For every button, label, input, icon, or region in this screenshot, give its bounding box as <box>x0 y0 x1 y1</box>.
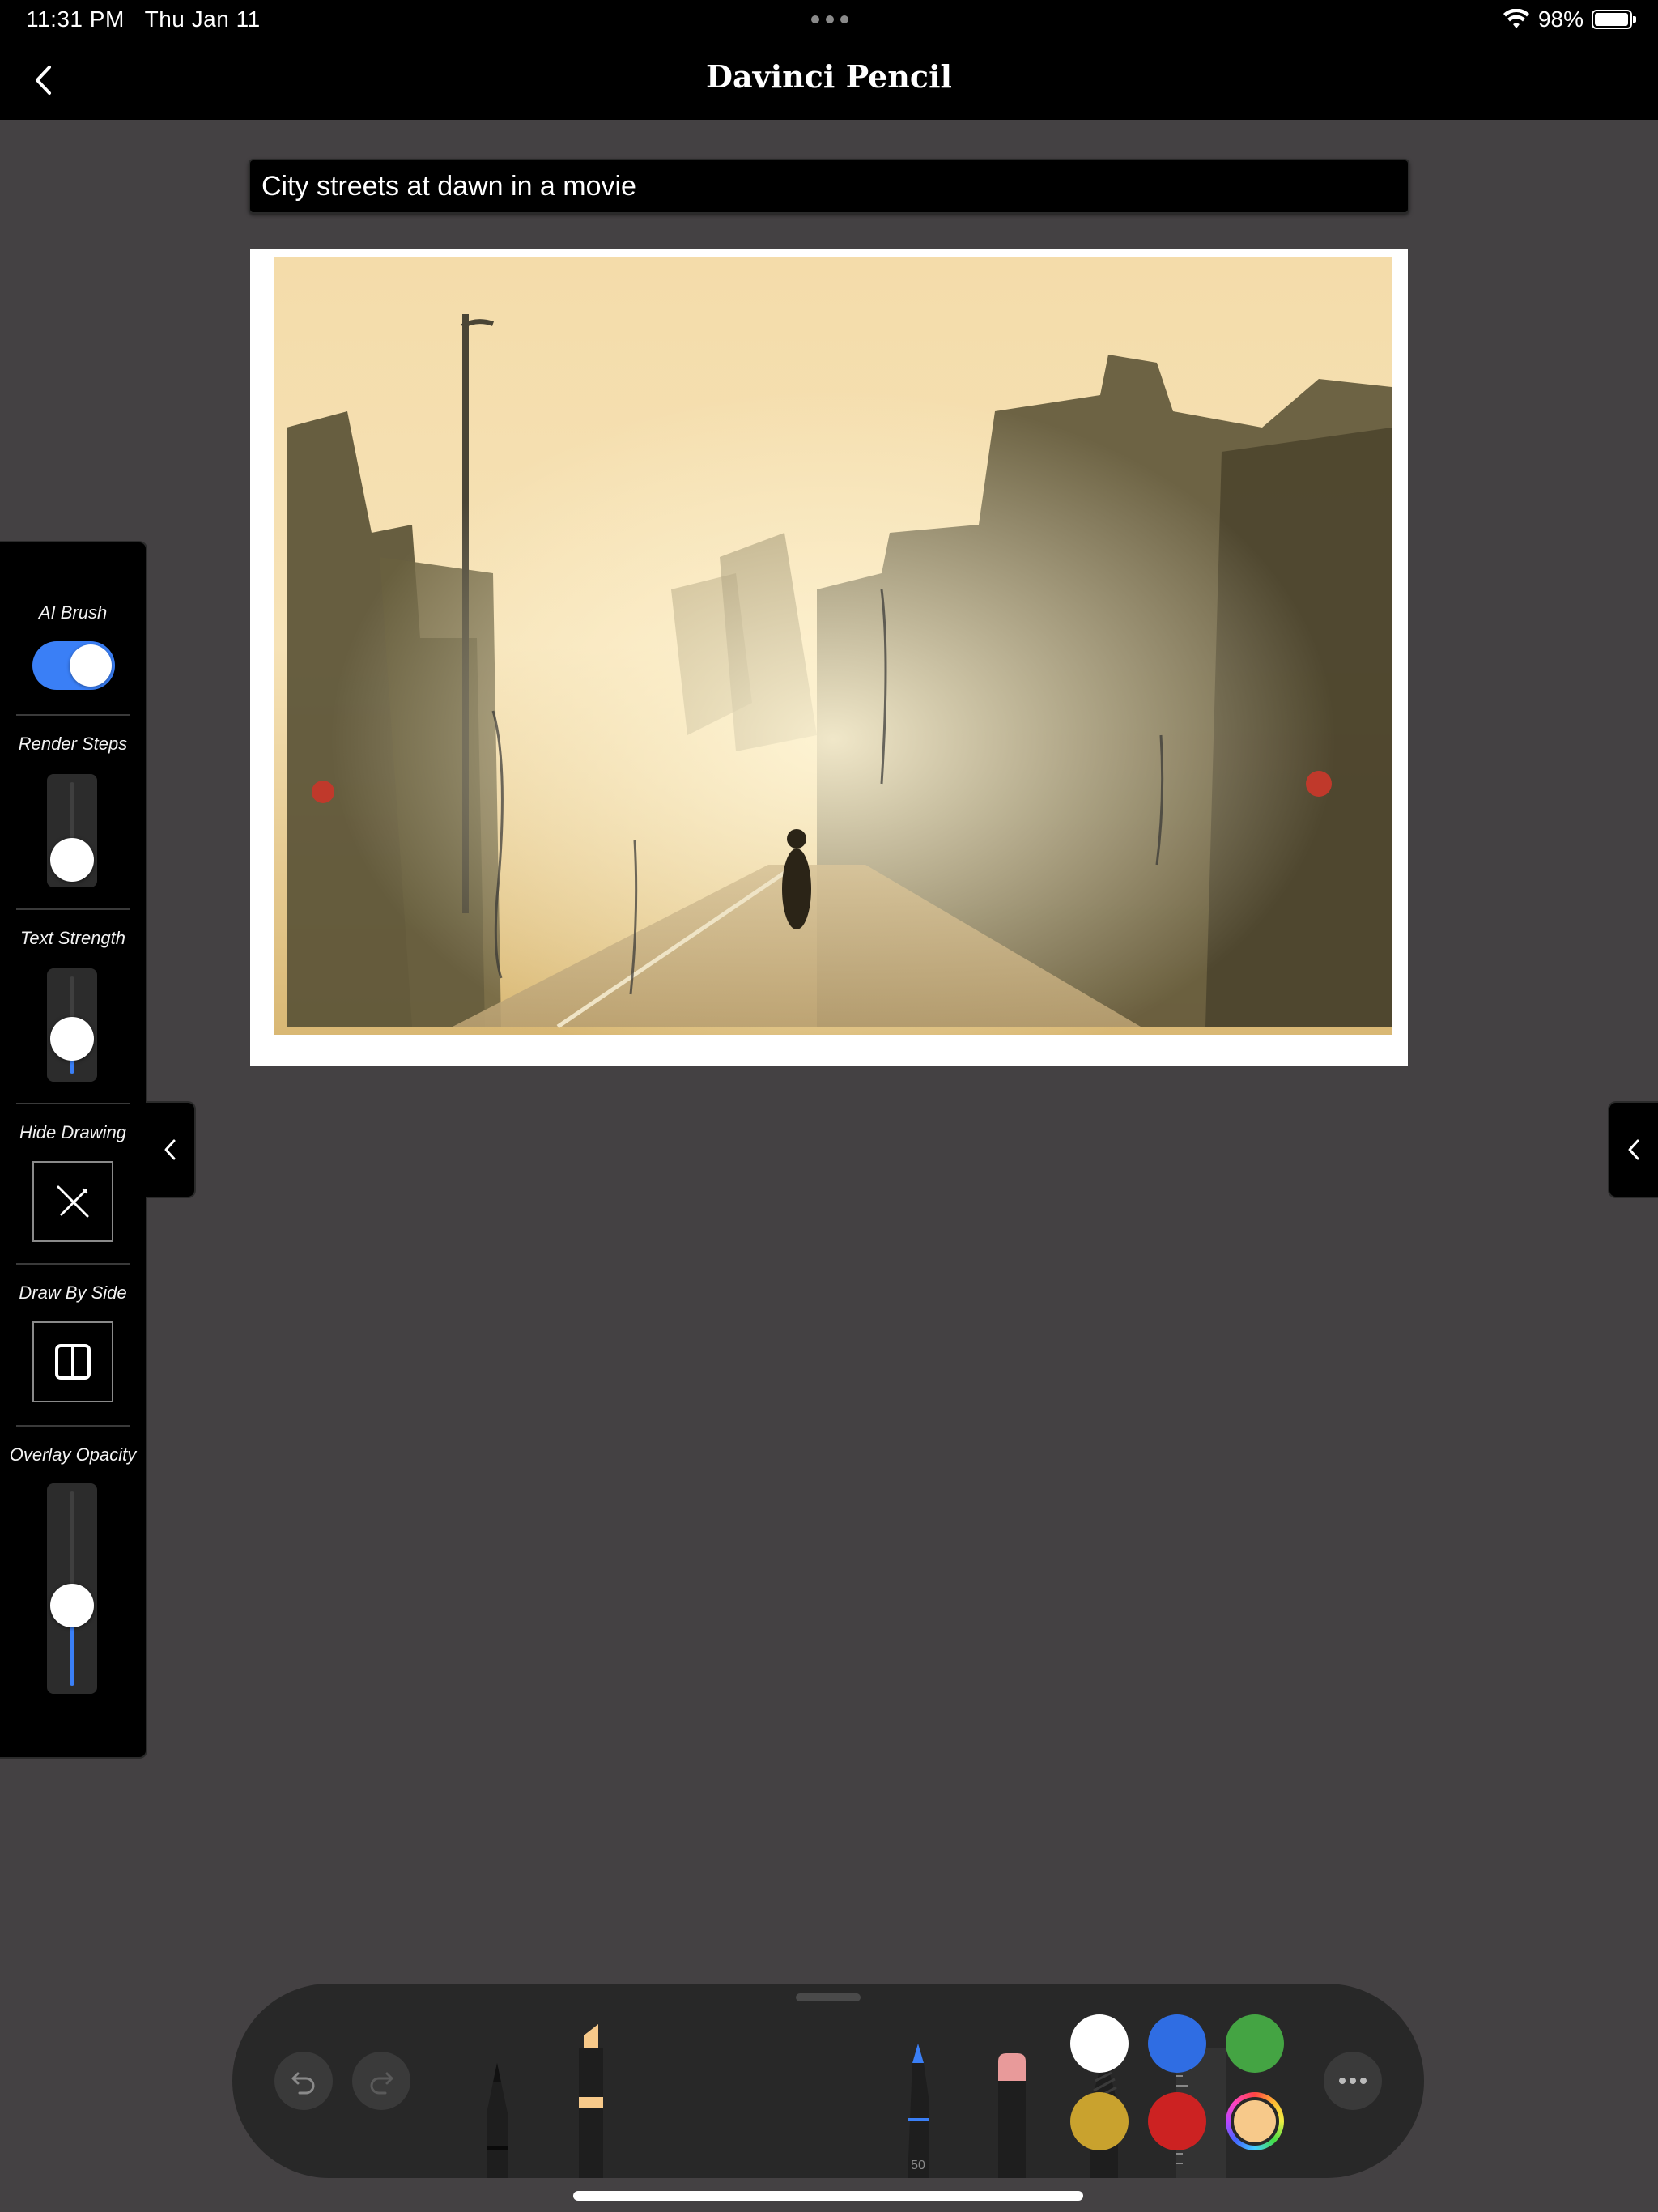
selected-color <box>1234 2100 1276 2142</box>
eraser-tool[interactable] <box>992 2048 1032 2178</box>
color-swatch-red[interactable] <box>1148 2092 1206 2150</box>
overlay-opacity-label: Overlay Opacity <box>9 1444 137 1465</box>
pen-tool[interactable] <box>477 2057 517 2178</box>
chevron-left-icon <box>164 1139 176 1160</box>
status-time: 11:31 PM <box>26 6 125 32</box>
color-picker-button[interactable] <box>1226 2092 1284 2150</box>
color-swatch-white[interactable] <box>1070 2014 1129 2073</box>
status-date: Thu Jan 11 <box>144 6 261 32</box>
divider <box>16 714 130 716</box>
hide-drawing-button[interactable] <box>32 1161 113 1242</box>
battery-icon <box>1592 10 1636 29</box>
undo-button[interactable] <box>274 2052 333 2110</box>
color-swatch-blue[interactable] <box>1148 2014 1206 2073</box>
color-swatch-gold[interactable] <box>1070 2092 1129 2150</box>
divider <box>16 1425 130 1427</box>
more-options-button[interactable] <box>1324 2052 1382 2110</box>
toggle-knob <box>70 644 112 687</box>
slider-thumb[interactable] <box>50 1583 94 1627</box>
overlay-opacity-slider[interactable] <box>47 1483 97 1694</box>
home-indicator <box>573 2191 1083 2201</box>
ai-controls-panel: AI Brush Render Steps Text Strength Hide… <box>0 541 147 1759</box>
expand-right-panel-button[interactable] <box>1608 1101 1658 1198</box>
palette-grabber[interactable] <box>796 1993 861 2001</box>
divider <box>16 908 130 910</box>
pen-slash-icon <box>57 1185 89 1218</box>
fineliner-icon <box>908 2044 929 2178</box>
color-swatch-green[interactable] <box>1226 2014 1284 2073</box>
fineliner-tool[interactable]: 50 <box>898 2040 938 2178</box>
battery-percent: 98% <box>1537 6 1584 32</box>
slider-thumb[interactable] <box>50 838 94 883</box>
marker-tool[interactable] <box>571 2016 611 2178</box>
status-bar: 11:31 PM Thu Jan 11 98% <box>0 0 1658 39</box>
drawing-canvas[interactable] <box>250 249 1408 1066</box>
tool-palette: 50 <box>232 1984 1424 2178</box>
undo-icon <box>291 2072 315 2095</box>
collapse-left-panel-button[interactable] <box>146 1101 196 1198</box>
multitasking-dots-icon[interactable] <box>811 15 848 23</box>
hide-drawing-label: Hide Drawing <box>19 1122 127 1142</box>
ai-brush-toggle[interactable] <box>32 641 115 690</box>
text-strength-label: Text Strength <box>19 928 126 948</box>
divider <box>16 1103 130 1104</box>
divider <box>16 1263 130 1265</box>
render-steps-label: Render Steps <box>18 734 128 754</box>
status-right: 98% <box>1503 6 1636 32</box>
color-picker-ring <box>1231 2097 1279 2146</box>
pen-size-label: 50 <box>911 2159 925 2172</box>
eraser-icon <box>998 2053 1026 2178</box>
page-title: Davinci Pencil <box>706 58 952 95</box>
chevron-left-icon <box>1628 1139 1639 1160</box>
battery-fill <box>1595 13 1629 26</box>
generated-image <box>250 249 1408 1066</box>
ellipsis-icon <box>1339 2078 1367 2084</box>
ai-brush-label: AI Brush <box>38 602 108 623</box>
wifi-icon <box>1503 9 1529 28</box>
pen-icon <box>487 2063 508 2178</box>
redo-button[interactable] <box>352 2052 410 2110</box>
slider-thumb[interactable] <box>50 1017 94 1061</box>
marker-icon <box>579 2024 603 2178</box>
redo-icon <box>370 2072 393 2095</box>
nav-bar: Davinci Pencil <box>0 39 1658 120</box>
render-steps-slider[interactable] <box>47 774 97 887</box>
prompt-input[interactable]: City streets at dawn in a movie <box>249 159 1409 214</box>
split-view-icon <box>55 1344 91 1380</box>
status-time-date: 11:31 PM Thu Jan 11 <box>26 6 261 32</box>
draw-by-side-label: Draw By Side <box>19 1283 127 1303</box>
draw-by-side-button[interactable] <box>32 1321 113 1402</box>
text-strength-slider[interactable] <box>47 968 97 1082</box>
